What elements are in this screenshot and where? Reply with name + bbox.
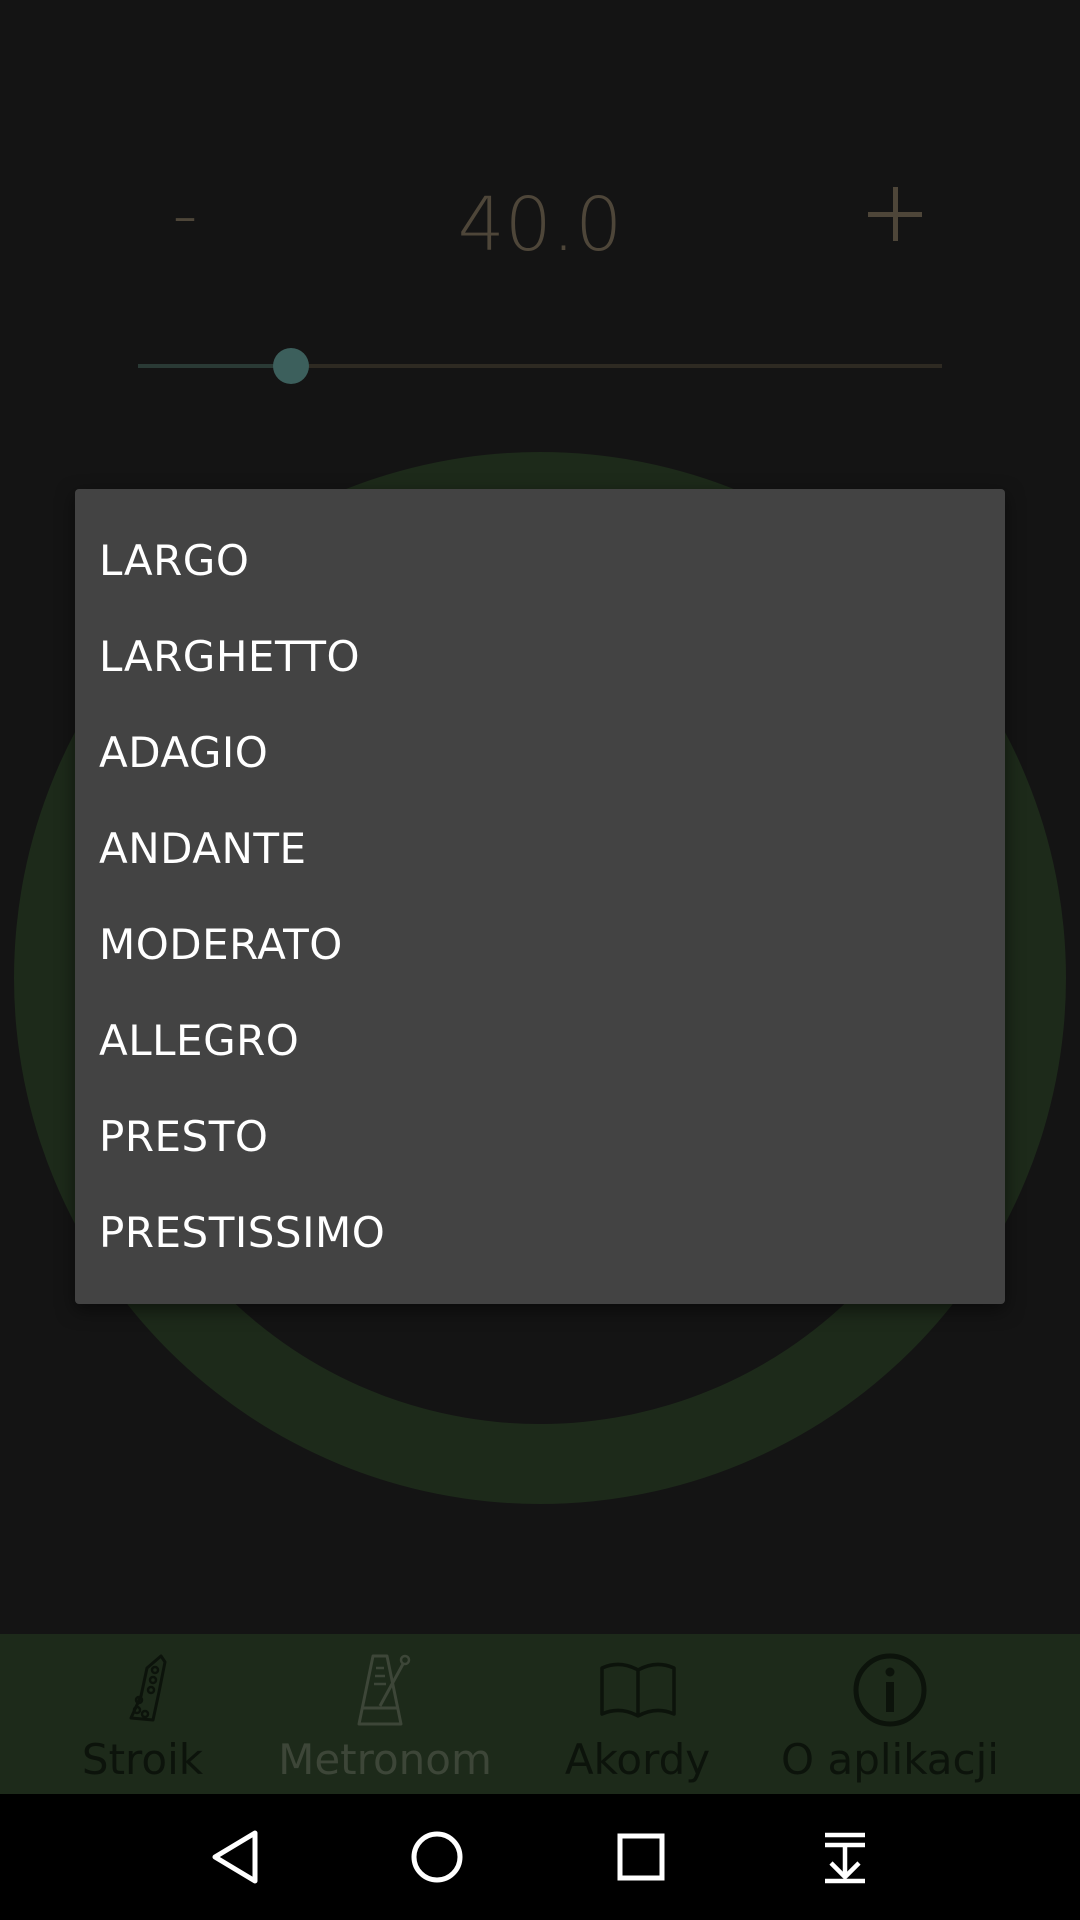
decrease-tempo-button[interactable]: - [150,170,220,260]
tab-label-akordy: Akordy [564,1735,711,1784]
menu-item-moderato[interactable]: MODERATO [75,897,1005,993]
home-icon[interactable] [397,1817,477,1897]
notifications-pull-icon[interactable] [805,1817,885,1897]
tab-stroik[interactable]: Stroik [30,1634,255,1794]
tab-o-aplikacji[interactable]: O aplikacji [770,1634,1010,1794]
back-icon[interactable] [195,1817,275,1897]
tab-label-metronom: Metronom [278,1735,492,1784]
menu-item-adagio[interactable]: ADAGIO [75,705,1005,801]
metronome-screen: - 40.0 LARGO LARGHETTO ADAGIO ANDANTE MO… [0,0,1080,1920]
guitar-headstock-icon [129,1654,166,1722]
tempo-slider[interactable] [138,348,942,384]
tab-label-o-aplikacji: O aplikacji [781,1735,999,1784]
tab-metronom[interactable]: Metronom [270,1634,500,1794]
slider-fill [138,364,291,368]
info-icon [853,1653,927,1727]
tempo-preset-menu: LARGO LARGHETTO ADAGIO ANDANTE MODERATO … [75,489,1005,1304]
menu-item-allegro[interactable]: ALLEGRO [75,993,1005,1089]
open-book-icon [599,1662,676,1718]
increase-tempo-button[interactable] [855,160,935,250]
menu-item-andante[interactable]: ANDANTE [75,801,1005,897]
menu-item-prestissimo[interactable]: PRESTISSIMO [75,1185,1005,1281]
menu-item-presto[interactable]: PRESTO [75,1089,1005,1185]
menu-item-largo[interactable]: LARGO [75,513,1005,609]
slider-thumb[interactable] [272,348,309,384]
metronome-icon [357,1654,411,1726]
tempo-controls: - 40.0 [0,150,1080,290]
tempo-value: 40.0 [457,182,623,268]
recents-icon[interactable] [601,1817,681,1897]
system-navigation-bar [0,1794,1080,1920]
tab-label-stroik: Stroik [81,1735,204,1784]
plus-icon-vertical [893,187,898,241]
bottom-tab-bar: Stroik Metronom Akordy O aplikacji [0,1634,1080,1794]
tab-akordy[interactable]: Akordy [530,1634,745,1794]
menu-item-larghetto[interactable]: LARGHETTO [75,609,1005,705]
